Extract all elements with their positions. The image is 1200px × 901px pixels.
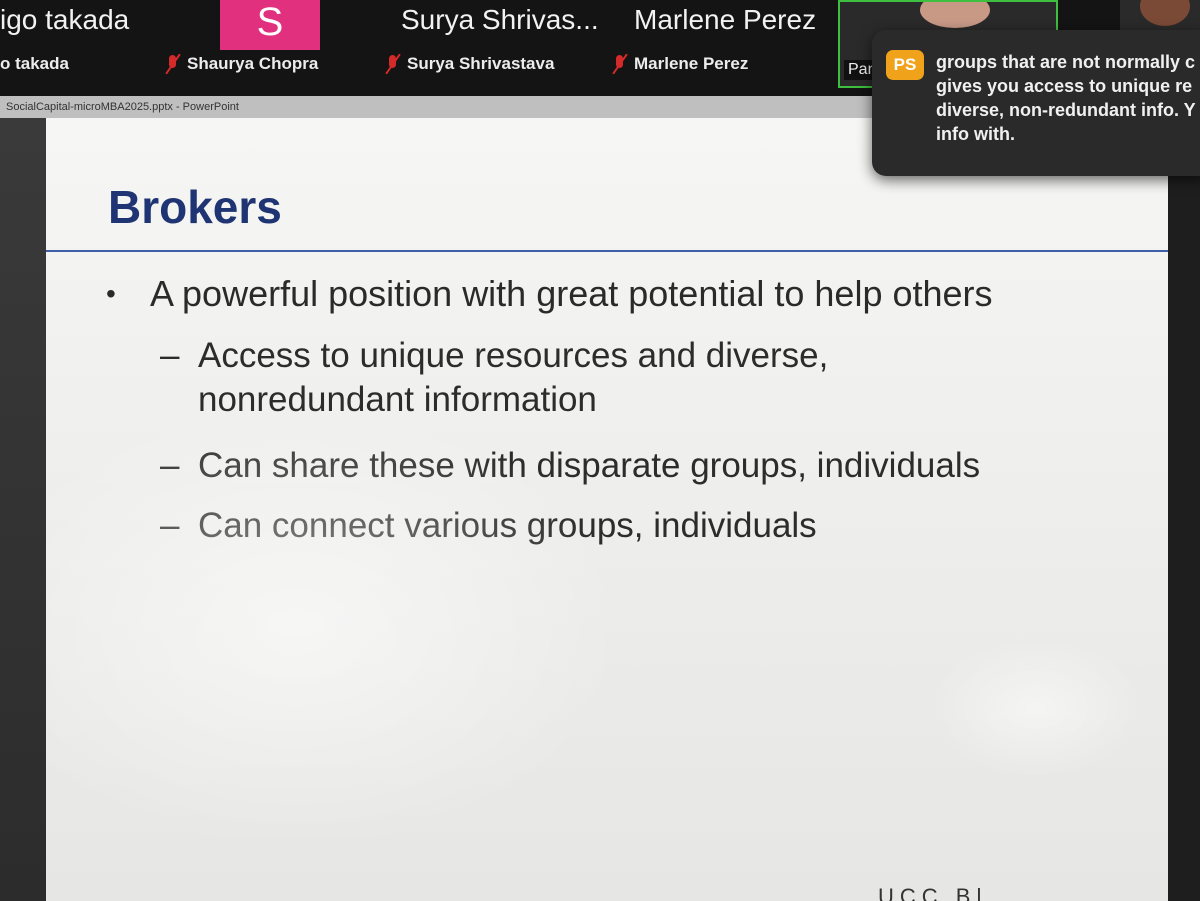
participant-label: o takada <box>0 54 69 74</box>
sub-bullet-text: Can share these with disparate groups, i… <box>198 446 981 485</box>
participant-label: Shaurya Chopra <box>165 54 318 74</box>
screen-bezel-right <box>1168 118 1200 901</box>
participant-tile-marlene[interactable]: Marlene Perez Marlene Perez <box>612 0 832 88</box>
sub-bullet-item: – Can connect various groups, individual… <box>160 504 817 548</box>
mic-muted-icon <box>385 54 401 74</box>
slide-footer-logo: UCC Bl <box>878 884 988 901</box>
mic-muted-icon <box>165 54 181 74</box>
participant-label: Surya Shrivastava <box>385 54 554 74</box>
participant-tile-shaurya[interactable]: Shaurya Chopra <box>165 0 365 88</box>
participant-label-text: o takada <box>0 54 69 73</box>
sub-bullet-item: – Can share these with disparate groups,… <box>160 444 980 488</box>
sub-bullet-item: – Access to unique resources and diverse… <box>160 334 828 422</box>
sub-bullet-marker: – <box>160 336 180 375</box>
participant-label-text: Shaurya Chopra <box>187 54 319 73</box>
sub-bullet-marker: – <box>160 506 180 545</box>
participant-label: Marlene Perez <box>612 54 748 74</box>
mic-muted-icon <box>612 54 628 74</box>
sub-bullet-marker: – <box>160 446 180 485</box>
slide: Brokers • A powerful position with great… <box>46 118 1168 901</box>
bullet-marker: • <box>106 278 116 309</box>
chat-notification[interactable]: PS groups that are not normally c gives … <box>872 30 1200 176</box>
sub-bullet-text: Can connect various groups, individuals <box>198 506 817 545</box>
participant-label-text: Surya Shrivastava <box>407 54 555 73</box>
slide-title: Brokers <box>108 181 282 233</box>
participant-video <box>1140 0 1190 26</box>
participant-video <box>920 2 990 28</box>
screen-glare <box>926 638 1146 778</box>
participant-name: igo takada <box>0 4 130 35</box>
bullet-item: • A powerful position with great potenti… <box>106 272 993 316</box>
avatar: PS <box>886 50 924 80</box>
title-divider <box>46 250 1168 252</box>
participant-name: Surya Shrivas... <box>401 4 599 35</box>
window-title: SocialCapital-microMBA2025.pptx - PowerP… <box>6 101 239 113</box>
chat-message: groups that are not normally c gives you… <box>936 52 1196 144</box>
participant-tile-surya[interactable]: Surya Shrivas... Surya Shrivastava <box>385 0 615 88</box>
participant-name: Marlene Perez <box>634 4 817 35</box>
screen-photo: igo takada o takada S Shaurya Chopra Sur… <box>0 0 1200 901</box>
sub-bullet-text: Access to unique resources and diverse, … <box>198 336 829 419</box>
screen-bezel-left <box>0 118 46 901</box>
bullet-text: A powerful position with great potential… <box>150 273 993 314</box>
participant-label-text: Marlene Perez <box>634 54 749 73</box>
